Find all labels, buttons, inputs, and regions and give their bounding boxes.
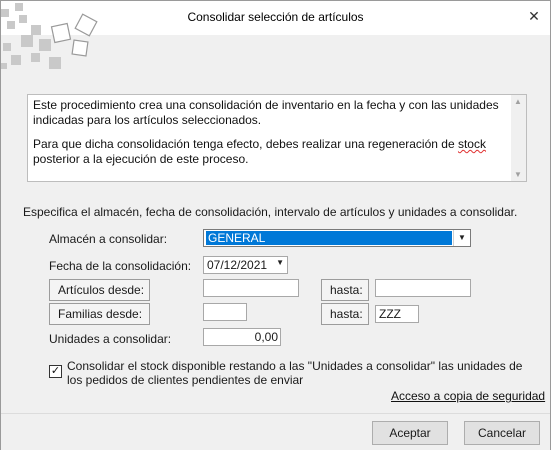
dialog-window: Consolidar selección de artículos ✕ Este…	[0, 0, 551, 450]
scroll-up-icon[interactable]: ▲	[514, 97, 522, 106]
fecha-label: Fecha de la consolidación:	[49, 259, 192, 273]
cancel-button[interactable]: Cancelar	[464, 421, 540, 445]
title-bar: Consolidar selección de artículos ✕	[1, 1, 550, 69]
articulos-hasta-button[interactable]: hasta:	[321, 279, 369, 301]
familias-desde-button[interactable]: Familias desde:	[49, 303, 150, 325]
familias-hasta-button[interactable]: hasta:	[321, 303, 369, 325]
description-paragraph-2-end: posterior a la ejecución de este proceso…	[33, 152, 249, 166]
almacen-label: Almacén a consolidar:	[49, 232, 168, 246]
fecha-value: 07/12/2021	[207, 258, 268, 272]
familias-hasta-input[interactable]: ZZZ	[375, 305, 419, 323]
unidades-label: Unidades a consolidar:	[49, 332, 172, 346]
almacen-select[interactable]: GENERAL ▼	[203, 229, 471, 247]
chevron-down-icon[interactable]: ▼	[453, 230, 470, 246]
articulos-desde-button[interactable]: Artículos desde:	[49, 279, 150, 301]
description-scrollbar[interactable]: ▲ ▼	[511, 95, 526, 181]
scroll-down-icon[interactable]: ▼	[514, 170, 522, 179]
spellcheck-word: stock	[457, 137, 486, 151]
backup-link[interactable]: Acceso a copia de seguridad	[391, 389, 545, 403]
description-box: Este procedimiento crea una consolidació…	[27, 94, 527, 182]
accept-button[interactable]: Aceptar	[372, 421, 448, 445]
dialog-footer: Aceptar Cancelar	[1, 413, 550, 450]
close-icon[interactable]: ✕	[519, 3, 549, 29]
articulos-hasta-input[interactable]	[375, 279, 471, 297]
consolidar-checkbox[interactable]: ✓	[49, 365, 62, 378]
instructions-label: Especifica el almacén, fecha de consolid…	[23, 205, 518, 219]
consolidar-checkbox-label[interactable]: Consolidar el stock disponible restando …	[67, 359, 537, 387]
unidades-input[interactable]: 0,00	[203, 328, 281, 346]
description-text: Este procedimiento crea una consolidació…	[33, 98, 503, 176]
familias-desde-input[interactable]	[203, 303, 247, 321]
window-title: Consolidar selección de artículos	[187, 10, 364, 24]
description-paragraph-2: Para que dicha consolidación tenga efect…	[33, 137, 503, 167]
almacen-selected-value: GENERAL	[206, 231, 452, 245]
articulos-desde-input[interactable]	[203, 279, 299, 297]
description-paragraph-2-start: Para que dicha consolidación tenga efect…	[33, 137, 458, 151]
checkmark-icon: ✓	[50, 365, 61, 377]
chevron-down-icon[interactable]: ▼	[276, 258, 284, 267]
description-paragraph-1: Este procedimiento crea una consolidació…	[33, 98, 499, 127]
fecha-date-picker[interactable]: 07/12/2021 ▼	[203, 256, 288, 274]
